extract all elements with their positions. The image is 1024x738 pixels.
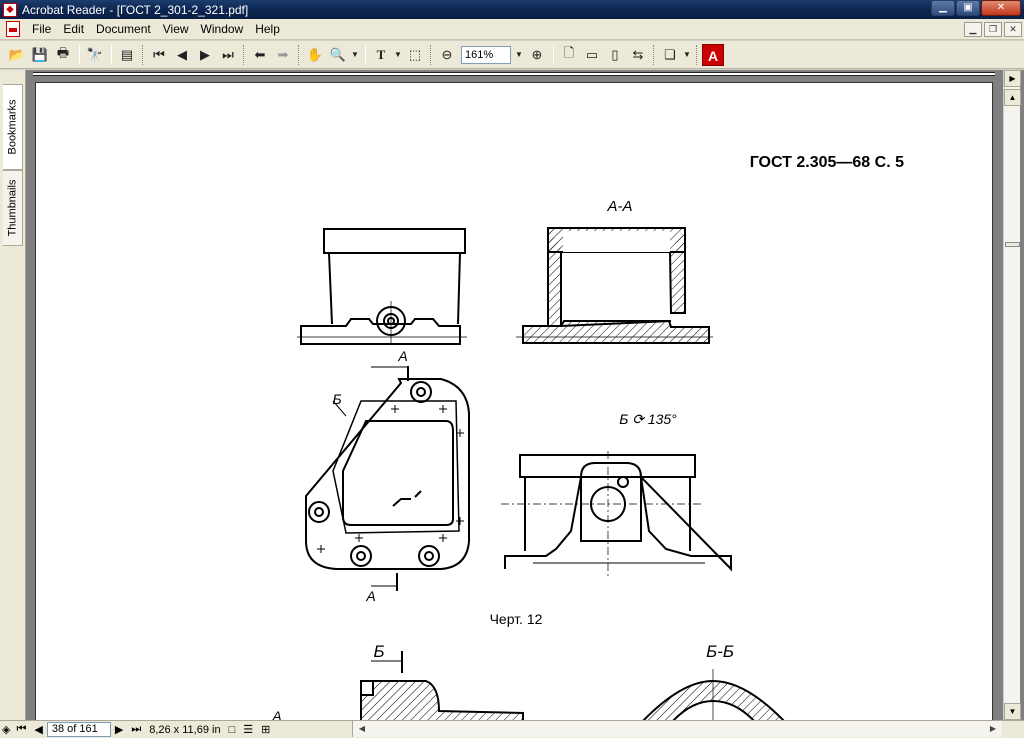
open-icon[interactable]: 📂 [6,44,28,66]
toolbar: 📂 💾 🖶 🔭 ▤ ⏮ ◀ ▶ ⏭ ⬅ ➡ ✋ 🔍 ▼ T ▼ ⬚ ⊖ 161%… [0,41,1024,69]
toolbar-grip [696,44,699,65]
page-header: ГОСТ 2.305—68 С. 5 [750,154,904,171]
menu-edit[interactable]: Edit [57,22,90,36]
bottom-drawing [360,651,785,720]
text-select-tool-icon[interactable]: T [370,44,392,66]
vertical-scrollbar[interactable]: ▶ ▲ ▼ [1003,70,1021,720]
zoom-out-icon[interactable]: ⊖ [436,44,458,66]
toolbar-separator [365,44,366,65]
facing-icon[interactable]: ⊞ [257,723,274,736]
acrobat-app-icon[interactable]: ⬥ [3,2,17,17]
go-forward-icon[interactable]: ➡ [272,44,294,66]
document-view[interactable]: ГОСТ 2.305—68 С. 5 А-А А Б А Б ⟳ 135° Че… [27,70,1003,720]
scroll-up-arrow-icon[interactable]: ▲ [1004,89,1021,106]
show-navigation-pane-icon[interactable]: ▤ [116,44,138,66]
print-icon[interactable]: 🖶 [52,44,74,66]
search-binoculars-icon[interactable]: 🔭 [84,44,106,66]
section-bb-label: Б-Б [706,642,734,661]
navigation-pane: Bookmarks Thumbnails [0,70,26,720]
tab-bookmarks[interactable]: Bookmarks [3,84,23,170]
status-prev-page-icon[interactable]: ◀ [30,723,46,736]
label-b2: Б [373,642,384,661]
toolbar-separator [553,44,554,65]
page-layout-dropdown-icon[interactable]: ▼ [682,44,692,66]
minimize-button[interactable]: ▁ [931,0,955,16]
toolbar-grip [142,44,145,65]
toolbar-grip [298,44,301,65]
zoom-in-tool-icon[interactable]: 🔍 [327,44,349,66]
status-next-page-icon[interactable]: ▶ [111,723,127,736]
actual-size-icon[interactable]: 🗋 [558,44,580,66]
page-number-field[interactable]: 38 of 161 [46,722,111,737]
zoom-dropdown-icon[interactable]: ▼ [513,44,525,66]
zoom-tool-dropdown-icon[interactable]: ▼ [350,44,360,66]
close-button[interactable]: ✕ [981,0,1021,16]
scroll-down-arrow-icon[interactable]: ▼ [1004,703,1021,720]
label-a-bottom: А [365,588,375,604]
plan-view [305,366,470,591]
previous-page-bottom [33,72,995,76]
zoom-in-icon[interactable]: ⊕ [526,44,548,66]
label-a-top: А [397,348,407,364]
menu-help[interactable]: Help [249,22,286,36]
page-layout-icon[interactable]: ❏ [659,44,681,66]
text-select-dropdown-icon[interactable]: ▼ [393,44,403,66]
doc-minimize-button[interactable]: ▁ [964,22,982,37]
figure-caption: Черт. 12 [490,611,543,627]
snapshot-tool-icon[interactable]: ⬚ [404,44,426,66]
pdf-page: ГОСТ 2.305—68 С. 5 А-А А Б А Б ⟳ 135° Че… [35,82,993,720]
document-icon[interactable] [6,21,20,37]
first-page-icon[interactable]: ⏮ [148,44,170,66]
toolbar-separator [79,44,80,65]
fit-page-icon[interactable]: ▭ [581,44,603,66]
scroll-right-arrow-icon[interactable]: ▶ [986,722,1000,736]
toolbar-grip [653,44,656,65]
section-aa-view [516,227,713,344]
zoom-level-field[interactable]: 161% [461,45,511,64]
menu-view[interactable]: View [157,22,195,36]
status-last-page-icon[interactable]: ⏭ [127,723,145,736]
view-b-drawing [501,451,732,576]
label-b: Б [332,391,341,407]
toolbar-grip [430,44,433,65]
go-back-icon[interactable]: ⬅ [249,44,271,66]
continuous-icon[interactable]: ☰ [239,723,257,736]
section-aa-label: А-А [606,198,632,215]
doc-restore-button[interactable]: ❐ [984,22,1002,37]
save-icon[interactable]: 💾 [29,44,51,66]
view-b-label: Б ⟳ 135° [619,411,677,427]
single-page-icon[interactable]: □ [225,724,240,736]
reflow-icon[interactable]: ⇆ [627,44,649,66]
tab-thumbnails[interactable]: Thumbnails [3,170,23,246]
technical-drawing: ГОСТ 2.305—68 С. 5 А-А А Б А Б ⟳ 135° Че… [271,154,904,720]
fit-width-icon[interactable]: ▯ [604,44,626,66]
doc-close-button[interactable]: ✕ [1004,22,1022,37]
menu-document[interactable]: Document [90,22,157,36]
scroll-thumb[interactable] [1005,242,1020,247]
toolbar-grip [243,44,246,65]
next-page-icon[interactable]: ▶ [194,44,216,66]
adobe-logo-icon[interactable]: A [702,43,724,66]
page-size-text: 8,26 x 11,69 in [149,723,221,736]
menu-bar: File Edit Document View Window Help ▁ ❐ … [0,19,1024,40]
status-toggle-icon[interactable]: ◈ [0,723,12,736]
last-page-icon[interactable]: ⏭ [217,44,239,66]
scroll-left-arrow-icon[interactable]: ◀ [355,722,369,736]
toolbar-separator [111,44,112,65]
window-title: Acrobat Reader - [ГОСТ 2_301-2_321.pdf] [22,2,249,17]
maximize-button[interactable]: ▣ [956,0,980,16]
menu-window[interactable]: Window [195,22,250,36]
hand-tool-icon[interactable]: ✋ [304,44,326,66]
title-bar: ⬥ Acrobat Reader - [ГОСТ 2_301-2_321.pdf… [0,0,1024,19]
label-a-small: А [271,708,281,720]
front-view [297,228,467,345]
status-first-page-icon[interactable]: ⏮ [12,723,30,736]
previous-page-icon[interactable]: ◀ [171,44,193,66]
menu-file[interactable]: File [26,22,57,36]
horizontal-scrollbar[interactable]: ◀ ▶ [352,721,1002,737]
scroll-up-button[interactable]: ▶ [1004,70,1021,87]
